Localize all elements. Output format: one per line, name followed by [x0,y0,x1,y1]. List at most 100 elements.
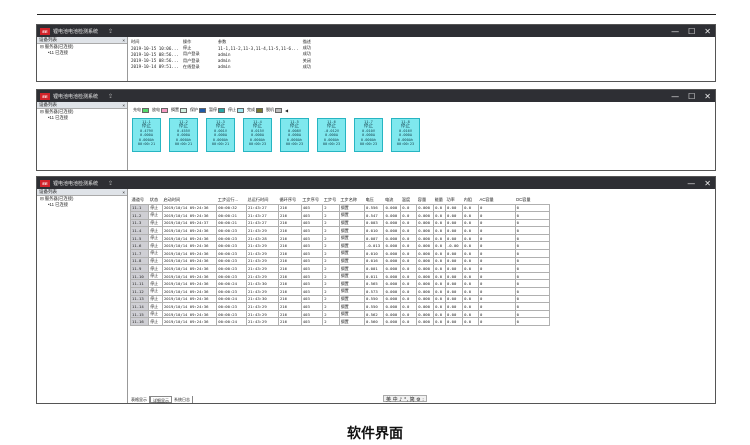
table-cell: 21:43:27 [245,211,279,220]
column-header[interactable]: 启动时间 [162,197,216,204]
column-header[interactable]: 工步序号 [301,197,322,204]
table-row[interactable]: 11-8 停止 2019/10/14 09:24:36 00:00:23 21:43:2… [129,256,551,266]
table-cell: 0.000 [383,302,402,311]
channel-id-cell: 11-8 [129,256,150,266]
tree-node-device[interactable]: •11 已连接 [37,202,127,208]
channel-card[interactable]: 11-2 停止 0.455V 0.000A 0.000Ah 00:00:21 [169,118,198,152]
status-legend: 充电 放电 搁置 保护 暂停 停止 完成 脱机 ◀ [129,102,715,118]
table-cell: 403 [300,249,324,258]
table-row[interactable]: 11-14 停止 2019/10/14 09:24:36 00:00:23 21:43:… [129,302,551,311]
close-button[interactable]: ✕ [704,27,711,36]
close-button[interactable]: ✕ [704,179,711,188]
table-row[interactable]: 11-4 停止 2019/10/14 09:24:36 00:00:23 21:43:2… [129,226,551,235]
legend-item: 充电 [133,107,149,113]
table-cell: 0.0 [400,211,418,220]
channel-card[interactable]: 11-1 停止 0.479V 0.000A 0.000Ah 00:00:21 [132,118,161,152]
channel-card[interactable]: 11-4 停止 0.015V 0.000A 0.000Ah 00:00:23 [243,118,272,152]
table-cell: 0.000 [416,309,435,319]
table-row[interactable]: 11-10 停止 2019/10/14 09:24:36 00:00:23 21:43:… [129,271,551,281]
table-cell: 21:43:29 [245,271,279,281]
table-cell: 搁置 [338,309,365,319]
tree-node-device[interactable]: •11 已连接 [37,115,127,121]
table-cell: 0.0 [462,218,480,228]
table-cell: 2 [322,317,340,326]
table-row[interactable]: 11-13 停止 2019/10/14 09:24:36 00:00:24 21:43:… [129,294,551,304]
log-table: 时间 操作 参数 描述 2019-10-15 10:06... 停止 11-1,11… [129,39,331,70]
legend-swatch [161,107,168,113]
pin-icon[interactable]: ⇪ [108,28,113,35]
table-cell: 0 [514,317,551,326]
column-header[interactable]: 工步号 [323,197,340,204]
table-row[interactable]: 11-2 停止 2019/10/14 09:24:36 00:00:21 21:43:2… [129,211,551,220]
table-cell: 403 [300,271,324,281]
column-header[interactable]: 状态 [149,197,163,204]
column-header[interactable]: 电压 [364,197,383,204]
table-row[interactable]: 11-5 停止 2019/10/14 09:24:36 00:00:23 21:43:2… [129,233,551,243]
table-cell: 2 [322,211,340,220]
sidebar-close-button[interactable]: × [122,38,125,43]
minimize-button[interactable]: — [671,92,679,101]
table-row[interactable]: 11-3 停止 2019/10/14 09:24:37 00:00:21 21:43:2… [129,218,551,228]
table-row[interactable]: 11-16 停止 2019/10/14 09:24:36 00:00:24 21:43:… [129,317,551,326]
table-cell: 停止 [148,279,163,289]
tab-system-log[interactable]: 系统日志 [172,395,193,403]
table-row[interactable]: 11-12 停止 2019/10/14 09:24:36 00:00:23 21:43:… [129,287,551,296]
table-row[interactable]: 11-7 停止 2019/10/14 09:24:36 00:00:23 21:43:2… [129,249,551,258]
column-header[interactable]: AC容量 [479,197,516,204]
pin-icon[interactable]: ⇪ [108,180,113,187]
column-header[interactable]: 总运行时间 [246,197,278,204]
sidebar-close-button[interactable]: × [122,190,125,195]
close-button[interactable]: ✕ [704,92,711,101]
maximize-button[interactable]: ☐ [688,27,695,36]
sidebar-header: 设备列表 [39,189,57,194]
column-header[interactable]: 温度 [401,197,417,204]
column-header[interactable]: 内阻 [463,197,479,204]
pin-icon[interactable]: ⇪ [108,93,113,100]
legend-item: 停止 [228,107,244,113]
ime-toolbar[interactable]: 英 中 ♪ °, 简 ⚙ : [383,395,427,403]
table-cell: 0.000 [416,294,435,304]
table-cell: 00:00:23 [216,256,247,266]
table-row[interactable]: 11-6 停止 2019/10/14 09:24:36 00:00:23 21:43:2… [129,241,551,251]
table-row[interactable]: 11-9 停止 2019/10/14 09:24:36 00:00:23 21:43:2… [129,264,551,273]
table-cell: 停止 [148,302,163,311]
table-cell: 0.0 [400,218,418,228]
column-header[interactable]: 工步运行... [217,197,247,204]
table-cell: 0.000 [383,218,402,228]
table-cell: 0.0 [433,264,446,273]
column-header[interactable]: 工步名称 [339,197,364,204]
legend-arrow-icon[interactable]: ◀ [285,108,288,113]
table-row[interactable]: 11-15 停止 2019/10/14 09:24:36 00:00:23 21:43:… [129,309,551,319]
log-row[interactable]: 2019-10-14 09:51... 在线登录 admin 成功 [129,64,331,70]
channel-card[interactable]: 11-6 停止 -0.012V 0.000A 0.000Ah 00:00:23 [317,118,346,152]
table-cell: 216 [277,317,302,326]
channel-card[interactable]: 11-3 停止 0.001V 0.000A 0.000Ah 00:00:21 [206,118,235,152]
column-header[interactable]: 功率 [445,197,462,204]
channel-card[interactable]: 11-8 停止 0.016V 0.000A 0.000Ah 00:00:23 [391,118,420,152]
table-cell: 2019/10/14 09:24:37 [161,218,218,228]
minimize-button[interactable]: — [671,27,679,36]
column-header[interactable]: 通道号 [131,197,149,204]
table-cell: 2019/10/14 09:24:36 [161,271,218,281]
channel-id-cell: 11-9 [129,264,150,273]
table-cell: 停止 [148,241,163,251]
table-cell: 0.0 [433,233,446,243]
minimize-button[interactable]: — [687,179,695,188]
table-row[interactable]: 11-1 停止 2019/10/14 09:24:36 00:00:32 21:43:2… [129,203,551,213]
column-header[interactable]: 容量 [417,197,434,204]
table-cell: 0.000 [383,226,402,235]
tree-node-device[interactable]: •11 已连接 [37,50,127,56]
tab-detail-view[interactable]: 详细显示 [150,395,172,403]
column-header[interactable]: 电流 [384,197,401,204]
column-header[interactable]: 能量 [434,197,446,204]
channel-card[interactable]: 11-5 停止 0.008V 0.000A 0.000Ah 00:00:23 [280,118,309,152]
table-cell: 0.0 [400,256,418,266]
maximize-button[interactable]: ☐ [688,92,695,101]
sidebar-close-button[interactable]: × [122,103,125,108]
column-header[interactable]: DC容量 [515,197,549,204]
channel-card[interactable]: 11-7 停止 0.010V 0.000A 0.000Ah 00:00:23 [354,118,383,152]
table-row[interactable]: 11-11 停止 2019/10/14 09:24:36 00:00:24 21:43:… [129,279,551,289]
table-cell: 00:00:23 [216,249,247,258]
column-header[interactable]: 循环序号 [278,197,301,204]
tab-table-view[interactable]: 表格显示 [129,395,150,403]
